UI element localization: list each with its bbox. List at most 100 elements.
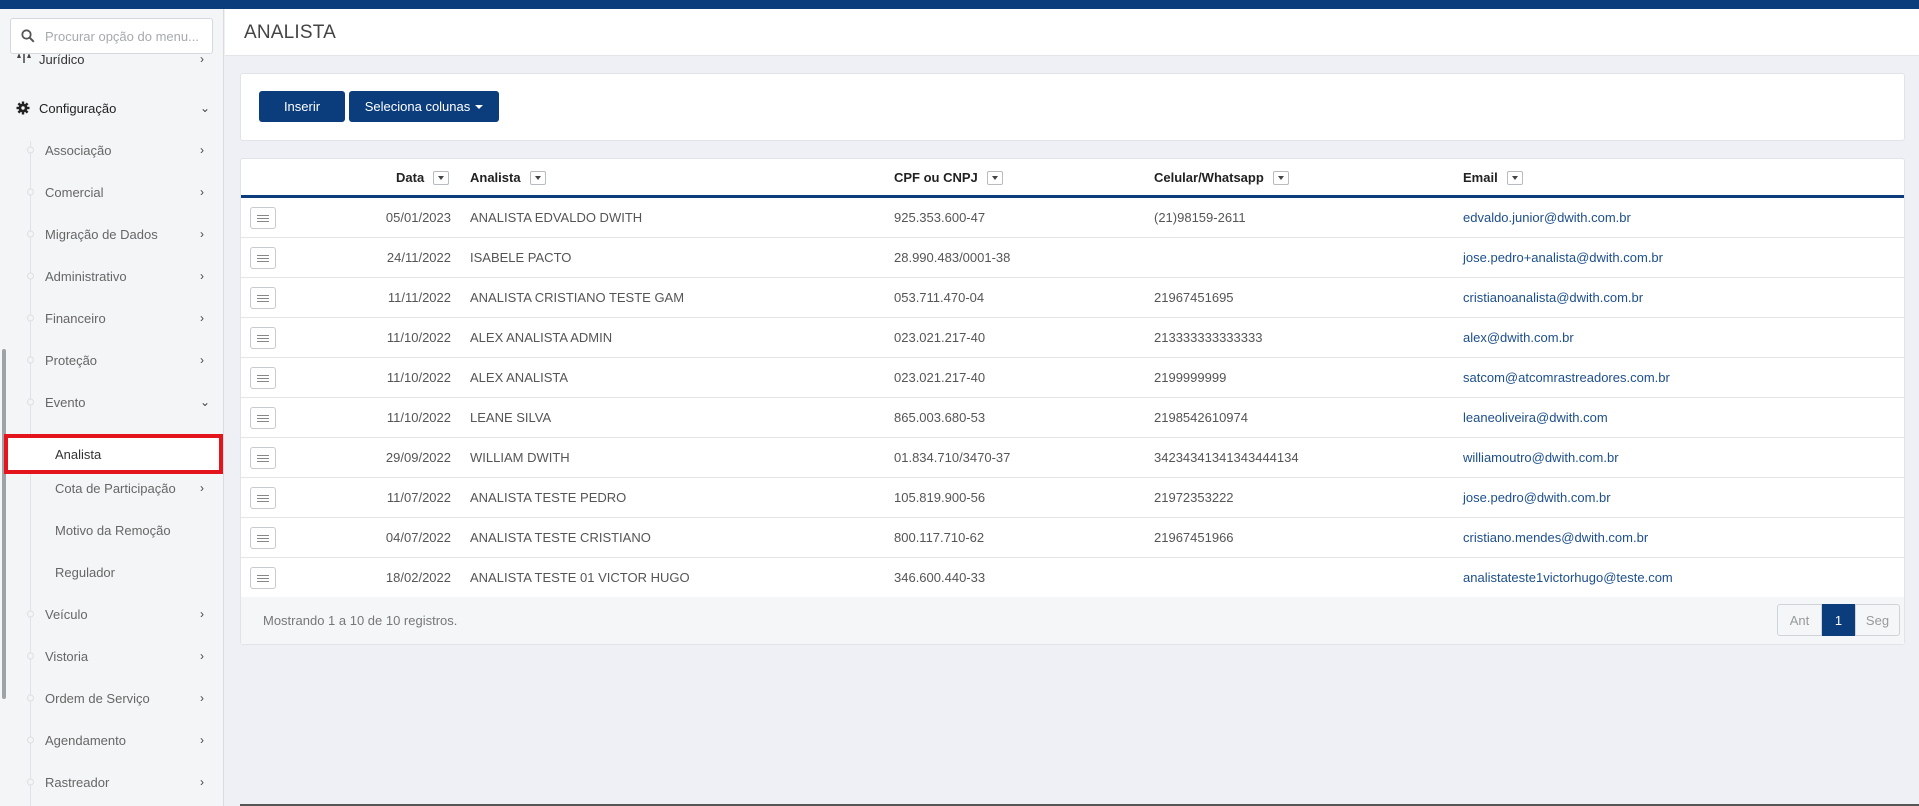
- column-filter-dropdown[interactable]: [529, 170, 546, 185]
- sidebar-item-evento[interactable]: Evento ⌄: [0, 381, 223, 423]
- cell-email[interactable]: williamoutro@dwith.com.br: [1463, 450, 1619, 465]
- sidebar-item-protecao[interactable]: Proteção ›: [0, 339, 223, 381]
- cell-email[interactable]: edvaldo.junior@dwith.com.br: [1463, 210, 1631, 225]
- sidebar-item-configuracao[interactable]: Configuração ⌄: [0, 87, 223, 129]
- sidebar-item-migracao[interactable]: Migração de Dados ›: [0, 213, 223, 255]
- row-menu-button[interactable]: [250, 567, 276, 589]
- table-row[interactable]: 11/10/2022 ALEX ANALISTA 023.021.217-40 …: [241, 358, 1904, 398]
- cell-email[interactable]: leaneoliveira@dwith.com: [1463, 410, 1608, 425]
- table-row[interactable]: 11/07/2022 ANALISTA TESTE PEDRO 105.819.…: [241, 478, 1904, 518]
- table-row[interactable]: 29/09/2022 WILLIAM DWITH 01.834.710/3470…: [241, 438, 1904, 478]
- row-menu-button[interactable]: [250, 447, 276, 469]
- chevron-right-icon: ›: [200, 607, 204, 621]
- sidebar-item-regulador[interactable]: Regulador: [0, 551, 223, 593]
- sidebar-item-associacao[interactable]: Associação ›: [0, 129, 223, 171]
- cell-cpf: 01.834.710/3470-37: [894, 450, 1011, 465]
- sidebar-item-label: Evento: [45, 394, 86, 410]
- cell-email[interactable]: alex@dwith.com.br: [1463, 330, 1574, 345]
- table-row[interactable]: 24/11/2022 ISABELE PACTO 28.990.483/0001…: [241, 238, 1904, 278]
- cell-analista: WILLIAM DWITH: [470, 450, 570, 465]
- row-menu-button[interactable]: [250, 487, 276, 509]
- sidebar-item-financeiro[interactable]: Financeiro ›: [0, 297, 223, 339]
- cell-data: 24/11/2022: [386, 250, 451, 265]
- table-row[interactable]: 18/02/2022 ANALISTA TESTE 01 VICTOR HUGO…: [241, 558, 1904, 598]
- column-filter-dropdown[interactable]: [986, 170, 1003, 185]
- table-row[interactable]: 04/07/2022 ANALISTA TESTE CRISTIANO 800.…: [241, 518, 1904, 558]
- row-menu-button[interactable]: [250, 367, 276, 389]
- sidebar-item-vistoria[interactable]: Vistoria ›: [0, 635, 223, 677]
- tree-dot: [27, 230, 34, 238]
- tree-dot: [27, 652, 34, 660]
- sidebar-item-ordem-servico[interactable]: Ordem de Serviço ›: [0, 677, 223, 719]
- tree-dot: [27, 272, 34, 280]
- column-header-label: Data: [396, 170, 425, 185]
- sidebar-item-label: Veículo: [45, 606, 88, 622]
- cell-celular: 21972353222: [1154, 490, 1234, 505]
- insert-button[interactable]: Inserir: [259, 91, 345, 122]
- column-filter-dropdown[interactable]: [1506, 170, 1523, 185]
- row-menu-button[interactable]: [250, 287, 276, 309]
- row-menu-button[interactable]: [250, 207, 276, 229]
- sidebar-item-label: Financeiro: [45, 310, 106, 326]
- cell-email[interactable]: analistateste1victorhugo@teste.com: [1463, 570, 1673, 585]
- cell-email[interactable]: jose.pedro@dwith.com.br: [1463, 490, 1611, 505]
- cell-data: 29/09/2022: [385, 450, 451, 465]
- chevron-right-icon: ›: [200, 649, 204, 663]
- tree-dot: [27, 398, 34, 406]
- chevron-right-icon: ›: [200, 52, 204, 66]
- table-row[interactable]: 11/10/2022 ALEX ANALISTA ADMIN 023.021.2…: [241, 318, 1904, 358]
- column-filter-dropdown[interactable]: [1272, 170, 1289, 185]
- cell-email[interactable]: cristianoanalista@dwith.com.br: [1463, 290, 1643, 305]
- column-header-label: Celular/Whatsapp: [1154, 170, 1264, 185]
- column-filter-dropdown[interactable]: [433, 170, 450, 185]
- table-row[interactable]: 11/10/2022 LEANE SILVA 865.003.680-53 21…: [241, 398, 1904, 438]
- table-row[interactable]: 11/11/2022 ANALISTA CRISTIANO TESTE GAM …: [241, 278, 1904, 318]
- column-header-label: CPF ou CNPJ: [894, 170, 978, 185]
- cell-cpf: 105.819.900-56: [894, 490, 986, 505]
- select-columns-button[interactable]: Seleciona colunas: [349, 91, 499, 122]
- sidebar-item-label: Ordem de Serviço: [45, 690, 150, 706]
- tree-dot: [27, 694, 34, 702]
- chevron-right-icon: ›: [200, 143, 204, 157]
- cell-analista: ANALISTA CRISTIANO TESTE GAM: [470, 290, 685, 305]
- table-row[interactable]: 05/01/2023 ANALISTA EDVALDO DWITH 925.35…: [241, 198, 1904, 238]
- cell-celular: 2199999999: [1154, 370, 1227, 385]
- sidebar-item-label: Agendamento: [45, 732, 126, 748]
- sidebar-item-rastreador[interactable]: Rastreador ›: [0, 761, 223, 803]
- gear-icon: [16, 101, 30, 118]
- menu-search-input[interactable]: [45, 28, 205, 44]
- pagination-next[interactable]: Seg: [1855, 604, 1900, 636]
- cell-email[interactable]: satcom@atcomrastreadores.com.br: [1463, 370, 1670, 385]
- sidebar-item-label: Proteção: [45, 352, 98, 368]
- row-menu-button[interactable]: [250, 327, 276, 349]
- caret-down-icon: [991, 175, 998, 180]
- cell-email[interactable]: cristiano.mendes@dwith.com.br: [1463, 530, 1648, 545]
- chevron-down-icon: ⌄: [200, 395, 211, 409]
- row-menu-button[interactable]: [250, 527, 276, 549]
- chevron-right-icon: ›: [200, 185, 204, 199]
- pagination-prev[interactable]: Ant: [1777, 604, 1822, 636]
- select-columns-label: Seleciona colunas: [364, 99, 471, 114]
- row-menu-button[interactable]: [250, 247, 276, 269]
- sidebar-item-agendamento[interactable]: Agendamento ›: [0, 719, 223, 761]
- cell-data: 05/01/2023: [385, 210, 451, 225]
- cell-celular: (21)98159-2611: [1154, 210, 1246, 225]
- sidebar-item-comercial[interactable]: Comercial ›: [0, 171, 223, 213]
- sidebar-item-cota-participacao[interactable]: Cota de Participação ›: [0, 467, 223, 509]
- cell-analista: ANALISTA TESTE PEDRO: [470, 490, 627, 505]
- cell-email[interactable]: jose.pedro+analista@dwith.com.br: [1463, 250, 1663, 265]
- sidebar-item-administrativo[interactable]: Administrativo ›: [0, 255, 223, 297]
- sidebar-item-label: Administrativo: [45, 268, 127, 284]
- row-menu-button[interactable]: [250, 407, 276, 429]
- caret-down-icon: [475, 104, 484, 109]
- chevron-right-icon: ›: [200, 311, 204, 325]
- cell-cpf: 28.990.483/0001-38: [894, 250, 1011, 265]
- sidebar-item-label: Associação: [45, 142, 112, 158]
- sidebar-item-veiculo[interactable]: Veículo ›: [0, 593, 223, 635]
- cell-data: 11/10/2022: [386, 330, 451, 345]
- caret-down-icon: [534, 175, 541, 180]
- pagination-page-current[interactable]: 1: [1822, 604, 1855, 636]
- sidebar-item-label: Regulador: [55, 564, 115, 580]
- tree-dot: [27, 356, 34, 364]
- sidebar-item-motivo-remocao[interactable]: Motivo da Remoção: [0, 509, 223, 551]
